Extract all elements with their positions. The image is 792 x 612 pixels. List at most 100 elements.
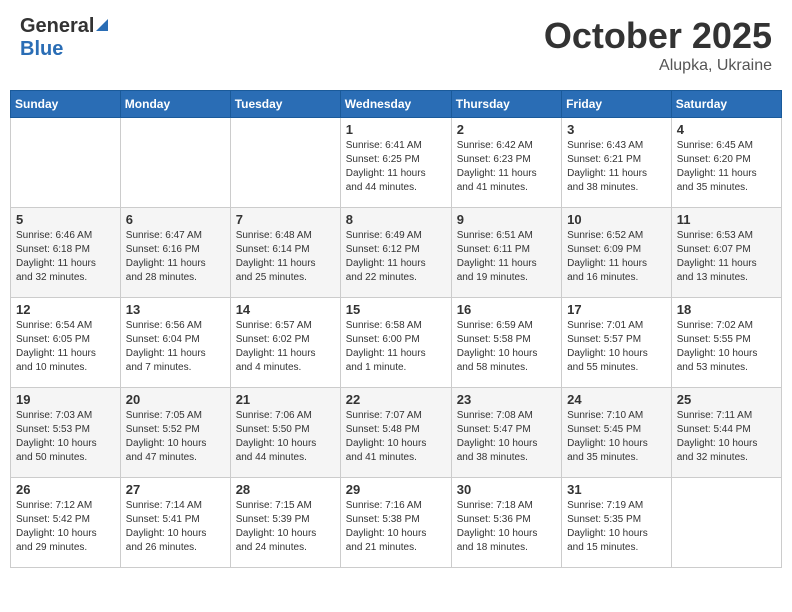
day-info-line: Daylight: 11 hours: [457, 258, 537, 269]
day-info-line: and 18 minutes.: [457, 542, 528, 553]
day-info: Sunrise: 6:56 AMSunset: 6:04 PMDaylight:…: [126, 319, 225, 375]
day-number: 8: [346, 212, 446, 227]
calendar-cell: 31Sunrise: 7:19 AMSunset: 5:35 PMDayligh…: [562, 478, 672, 568]
day-info-line: Sunset: 5:47 PM: [457, 424, 531, 435]
day-info-line: Sunrise: 7:14 AM: [126, 500, 202, 511]
calendar-cell: 3Sunrise: 6:43 AMSunset: 6:21 PMDaylight…: [562, 118, 672, 208]
day-info-line: Sunrise: 6:48 AM: [236, 230, 312, 241]
day-info-line: Sunrise: 6:47 AM: [126, 230, 202, 241]
day-info-line: Sunset: 6:07 PM: [677, 244, 751, 255]
day-info: Sunrise: 7:08 AMSunset: 5:47 PMDaylight:…: [457, 409, 556, 465]
day-number: 9: [457, 212, 556, 227]
day-info-line: Sunset: 5:58 PM: [457, 334, 531, 345]
day-of-week-header: Thursday: [451, 91, 561, 118]
day-info-line: and 10 minutes.: [16, 362, 87, 373]
day-info-line: Daylight: 11 hours: [236, 348, 316, 359]
day-of-week-header: Friday: [562, 91, 672, 118]
day-info-line: and 50 minutes.: [16, 452, 87, 463]
day-number: 21: [236, 392, 335, 407]
calendar-week-row: 19Sunrise: 7:03 AMSunset: 5:53 PMDayligh…: [11, 388, 782, 478]
day-info: Sunrise: 6:53 AMSunset: 6:07 PMDaylight:…: [677, 229, 776, 285]
day-number: 4: [677, 122, 776, 137]
calendar-cell: 29Sunrise: 7:16 AMSunset: 5:38 PMDayligh…: [340, 478, 451, 568]
calendar-header-row: SundayMondayTuesdayWednesdayThursdayFrid…: [11, 91, 782, 118]
day-number: 13: [126, 302, 225, 317]
day-info: Sunrise: 6:42 AMSunset: 6:23 PMDaylight:…: [457, 139, 556, 195]
calendar-cell: 21 Sunrise: 7:06 AM Sunset: 5:50 PM Dayligh…: [230, 388, 340, 478]
day-info-line: Sunset: 6:00 PM: [346, 334, 420, 345]
day-info: Sunrise: 6:47 AMSunset: 6:16 PMDaylight:…: [126, 229, 225, 285]
day-info-line: Daylight: 11 hours: [346, 168, 426, 179]
calendar-cell: [671, 478, 781, 568]
day-info-line: Sunrise: 7:10 AM: [567, 410, 643, 421]
day-info-line: Sunset: 5:45 PM: [567, 424, 641, 435]
day-number: 7: [236, 212, 335, 227]
day-info: Sunrise: 6:57 AM Sunset: 6:02 PM Daylight:…: [236, 319, 335, 375]
day-info-line: Sunset: 6:02 PM: [236, 334, 310, 345]
day-info-line: and 21 minutes.: [346, 542, 417, 553]
day-info-line: Sunset: 5:35 PM: [567, 514, 641, 525]
calendar-cell: 19Sunrise: 7:03 AMSunset: 5:53 PMDayligh…: [11, 388, 121, 478]
day-number: 17: [567, 302, 666, 317]
day-info-line: Sunset: 6:11 PM: [457, 244, 530, 255]
day-info-line: Sunrise: 7:06 AM: [236, 410, 312, 421]
day-info-line: and 7 minutes.: [126, 362, 192, 373]
day-info-line: Daylight: 10 hours: [236, 438, 317, 449]
day-info-line: Daylight: 11 hours: [346, 348, 426, 359]
day-number: 16: [457, 302, 556, 317]
day-info-line: Daylight: 10 hours: [346, 438, 427, 449]
calendar-cell: 13 Sunrise: 6:56 AMSunset: 6:04 PMDayligh…: [120, 298, 230, 388]
day-number: 22: [346, 392, 446, 407]
day-number: 29: [346, 482, 446, 497]
calendar-cell: 1Sunrise: 6:41 AMSunset: 6:25 PMDaylight…: [340, 118, 451, 208]
day-info-line: Sunrise: 7:12 AM: [16, 500, 92, 511]
day-info-line: Daylight: 11 hours: [567, 168, 647, 179]
location-title: Alupka, Ukraine: [544, 57, 772, 75]
calendar-cell: 11Sunrise: 6:53 AMSunset: 6:07 PMDayligh…: [671, 208, 781, 298]
day-info-line: Daylight: 10 hours: [567, 528, 648, 539]
day-info-line: Daylight: 10 hours: [567, 348, 648, 359]
page-header: General Blue October 2025 Alupka, Ukrain…: [10, 10, 782, 80]
day-info-line: and 32 minutes.: [677, 452, 748, 463]
day-info: Sunrise: 7:12 AMSunset: 5:42 PMDaylight:…: [16, 499, 115, 555]
calendar-cell: 26 Sunrise: 7:12 AMSunset: 5:42 PMDayligh…: [11, 478, 121, 568]
day-info-line: Sunset: 6:23 PM: [457, 154, 531, 165]
calendar-cell: 27Sunrise: 7:14 AMSunset: 5:41 PMDayligh…: [120, 478, 230, 568]
day-number: 18: [677, 302, 776, 317]
day-number: 26: [16, 482, 115, 497]
day-info-line: Sunrise: 6:51 AM: [457, 230, 533, 241]
day-info-line: and 41 minutes.: [457, 182, 528, 193]
day-info-line: Sunset: 6:14 PM: [236, 244, 310, 255]
day-info: Sunrise: 6:41 AMSunset: 6:25 PMDaylight:…: [346, 139, 446, 195]
day-info-line: Sunrise: 6:57 AM: [236, 320, 312, 331]
day-info-line: and 47 minutes.: [126, 452, 197, 463]
day-info-line: Sunset: 5:50 PM: [236, 424, 310, 435]
calendar-cell: 20Sunrise: 7:05 AMSunset: 5:52 PMDayligh…: [120, 388, 230, 478]
day-info-line: Sunrise: 6:54 AM: [16, 320, 92, 331]
day-info-line: Daylight: 11 hours: [16, 258, 96, 269]
day-info-line: Daylight: 11 hours: [126, 348, 206, 359]
day-info: Sunrise: 7:18 AMSunset: 5:36 PMDaylight:…: [457, 499, 556, 555]
day-info-line: Daylight: 10 hours: [236, 528, 317, 539]
day-info-line: Sunset: 5:41 PM: [126, 514, 200, 525]
calendar-week-row: 1Sunrise: 6:41 AMSunset: 6:25 PMDaylight…: [11, 118, 782, 208]
day-number: 14: [236, 302, 335, 317]
calendar-cell: 10Sunrise: 6:52 AMSunset: 6:09 PMDayligh…: [562, 208, 672, 298]
day-info-line: Sunset: 6:16 PM: [126, 244, 200, 255]
day-info: Sunrise: 7:14 AMSunset: 5:41 PMDaylight:…: [126, 499, 225, 555]
day-info-line: Sunrise: 6:56 AM: [126, 320, 202, 331]
day-number: 28: [236, 482, 335, 497]
day-info-line: and 1 minute.: [346, 362, 407, 373]
day-number: 15: [346, 302, 446, 317]
day-info-line: Sunset: 5:44 PM: [677, 424, 751, 435]
calendar-cell: 17Sunrise: 7:01 AMSunset: 5:57 PMDayligh…: [562, 298, 672, 388]
day-info-line: Daylight: 11 hours: [16, 348, 96, 359]
logo-blue-text: Blue: [20, 38, 63, 61]
calendar-week-row: 5Sunrise: 6:46 AMSunset: 6:18 PMDaylight…: [11, 208, 782, 298]
day-of-week-header: Wednesday: [340, 91, 451, 118]
day-info: Sunrise: 6:46 AMSunset: 6:18 PMDaylight:…: [16, 229, 115, 285]
day-info: Sunrise: 7:05 AMSunset: 5:52 PMDaylight:…: [126, 409, 225, 465]
calendar-cell: 30Sunrise: 7:18 AMSunset: 5:36 PMDayligh…: [451, 478, 561, 568]
day-info-line: Sunset: 6:05 PM: [16, 334, 90, 345]
day-info-line: Sunrise: 6:46 AM: [16, 230, 92, 241]
